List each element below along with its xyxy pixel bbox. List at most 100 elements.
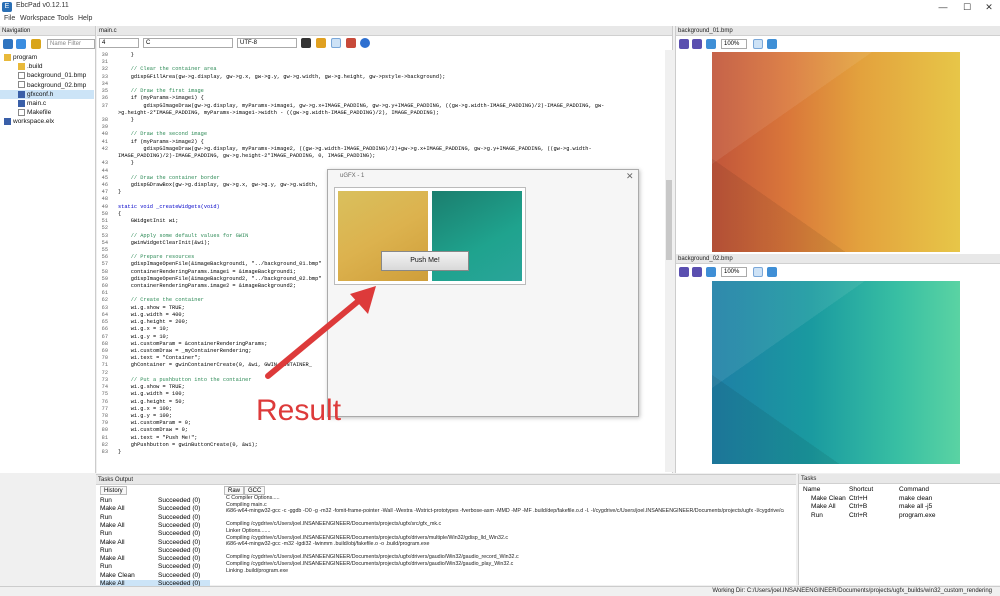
rotate-left-icon[interactable] — [679, 39, 689, 49]
editor-scrollbar[interactable] — [665, 50, 673, 472]
line-text: // Put a pushbutton into the container — [118, 376, 252, 383]
line-number: 35 — [101, 88, 108, 95]
line-text: gdispImageOpenFile(&imageBackground1, ".… — [118, 261, 322, 268]
zoom-select-1[interactable]: 100% — [721, 39, 747, 49]
code-line: 82 ghPushbutton = gwinButtonCreate(0, &w… — [97, 442, 665, 449]
tree-item[interactable]: program — [0, 53, 37, 62]
history-task[interactable]: Make Clean — [100, 572, 135, 580]
line-number: 71 — [101, 362, 108, 369]
line-text: wi.g.show = TRUE; — [118, 384, 185, 391]
zoom-icon[interactable] — [767, 267, 777, 277]
tree-item[interactable]: gfxconf.h — [0, 89, 94, 99]
scroll-thumb[interactable] — [666, 180, 672, 260]
line-number: 56 — [101, 254, 108, 261]
history-status: Succeeded (0) — [158, 555, 201, 563]
line-text: // Prepare resources — [118, 254, 195, 261]
menu-file[interactable]: File — [4, 15, 15, 22]
task-name[interactable]: Make Clean — [811, 495, 846, 503]
line-number: 45 — [101, 174, 108, 181]
task-name[interactable]: Run — [811, 512, 823, 520]
raw-output-line — [226, 548, 784, 555]
history-task[interactable]: Run — [100, 514, 112, 522]
fit-icon[interactable] — [706, 39, 716, 49]
line-text: } — [118, 189, 122, 196]
history-task[interactable]: Make All — [100, 555, 125, 563]
image-panel-2-title: background_02.bmp — [676, 254, 1000, 264]
tab-history[interactable]: History — [100, 486, 127, 495]
zoom-select-2[interactable]: 100% — [721, 267, 747, 277]
ruler-icon[interactable] — [316, 38, 326, 48]
tree-item[interactable]: background_02.bmp — [0, 81, 86, 90]
line-number: 53 — [101, 232, 108, 239]
line-text: wi.g.width = 400; — [118, 311, 185, 318]
line-number: 77 — [101, 405, 108, 412]
history-task[interactable]: Run — [100, 530, 112, 538]
tree-item[interactable]: workspace.elx — [0, 117, 54, 126]
binoculars-icon[interactable] — [301, 38, 311, 48]
result-annotation: Result — [256, 394, 342, 427]
line-text: wi.g.show = TRUE; — [118, 304, 185, 311]
history-status: Succeeded (0) — [158, 513, 201, 521]
line-number: 36 — [101, 95, 108, 102]
tree-item[interactable]: background_01.bmp — [0, 71, 86, 80]
menu-workspace[interactable]: Workspace — [20, 15, 55, 22]
encoding-select[interactable]: UTF-8 — [237, 38, 297, 48]
line-number: 69 — [101, 348, 108, 355]
wrap-icon[interactable] — [331, 38, 341, 48]
zoom-icon[interactable] — [767, 39, 777, 49]
push-me-button[interactable]: Push Me! — [381, 251, 469, 271]
minimize-button[interactable]: — — [932, 0, 954, 14]
workspace-icon — [4, 118, 11, 126]
move-icon[interactable] — [753, 267, 763, 277]
history-task[interactable]: Make All — [100, 539, 125, 547]
menu-tools[interactable]: Tools — [57, 15, 73, 22]
fit-icon[interactable] — [706, 267, 716, 277]
move-icon[interactable] — [753, 39, 763, 49]
rotate-right-icon[interactable] — [692, 39, 702, 49]
tools-icon[interactable] — [346, 38, 356, 48]
line-text: gdispGImageDraw(gw->g.display, myParams-… — [118, 102, 605, 109]
tree-item-label: program — [13, 54, 38, 61]
line-text: wi.customParam = 0; — [118, 420, 192, 427]
raw-output: C Compiler Options..... Compiling main.c i… — [222, 495, 788, 585]
maximize-button[interactable]: ☐ — [956, 0, 978, 14]
tab-raw[interactable]: Raw — [224, 486, 245, 495]
history-task[interactable]: Run — [100, 497, 112, 505]
line-number: 60 — [101, 283, 108, 290]
line-number: 41 — [101, 138, 108, 145]
line-text: wi.text = "Container"; — [118, 355, 201, 362]
file-icon — [18, 108, 25, 116]
lock-icon[interactable] — [31, 39, 41, 49]
nav-filter-input[interactable]: Name Filter — [47, 39, 95, 49]
menu-help[interactable]: Help — [78, 15, 92, 22]
tab-gcc[interactable]: GCC — [244, 486, 266, 495]
history-status: Succeeded (0) — [158, 530, 201, 538]
ugfx-close-button[interactable]: ✕ — [626, 171, 634, 182]
code-line: 83} — [97, 449, 665, 456]
info-icon[interactable] — [360, 38, 370, 48]
c-file-icon — [18, 99, 25, 107]
close-button[interactable]: ✕ — [978, 0, 1000, 14]
rotate-right-icon[interactable] — [692, 267, 702, 277]
history-task[interactable]: Run — [100, 547, 112, 555]
tasks-header-name: Name — [803, 486, 821, 493]
language-select[interactable]: C — [143, 38, 233, 48]
rotate-left-icon[interactable] — [679, 267, 689, 277]
task-name[interactable]: Make All — [811, 503, 836, 511]
tasks-output-panel: Tasks Output History Raw GCC Run Succeede… — [96, 474, 796, 595]
tree-item[interactable]: main.c — [0, 99, 46, 108]
raw-output-line: Linking .build/program.exe — [226, 567, 289, 574]
line-number: 78 — [101, 413, 108, 419]
history-task[interactable]: Make All — [100, 505, 125, 513]
history-task[interactable]: Run — [100, 563, 112, 571]
collapse-icon[interactable] — [3, 39, 13, 49]
tree-item[interactable]: .build — [0, 62, 43, 71]
tasks-header-command: Command — [899, 486, 929, 493]
tree-item[interactable]: Makefile — [0, 108, 51, 117]
code-line: 42 gdispGImageDraw(gw->g.display, myPara… — [97, 146, 665, 153]
line-text: } — [118, 449, 122, 456]
history-task[interactable]: Make All — [100, 522, 125, 530]
navigate-icon[interactable] — [16, 39, 26, 49]
line-text: // Draw the first image — [118, 88, 204, 95]
tab-width-select[interactable]: 4 — [99, 38, 139, 48]
